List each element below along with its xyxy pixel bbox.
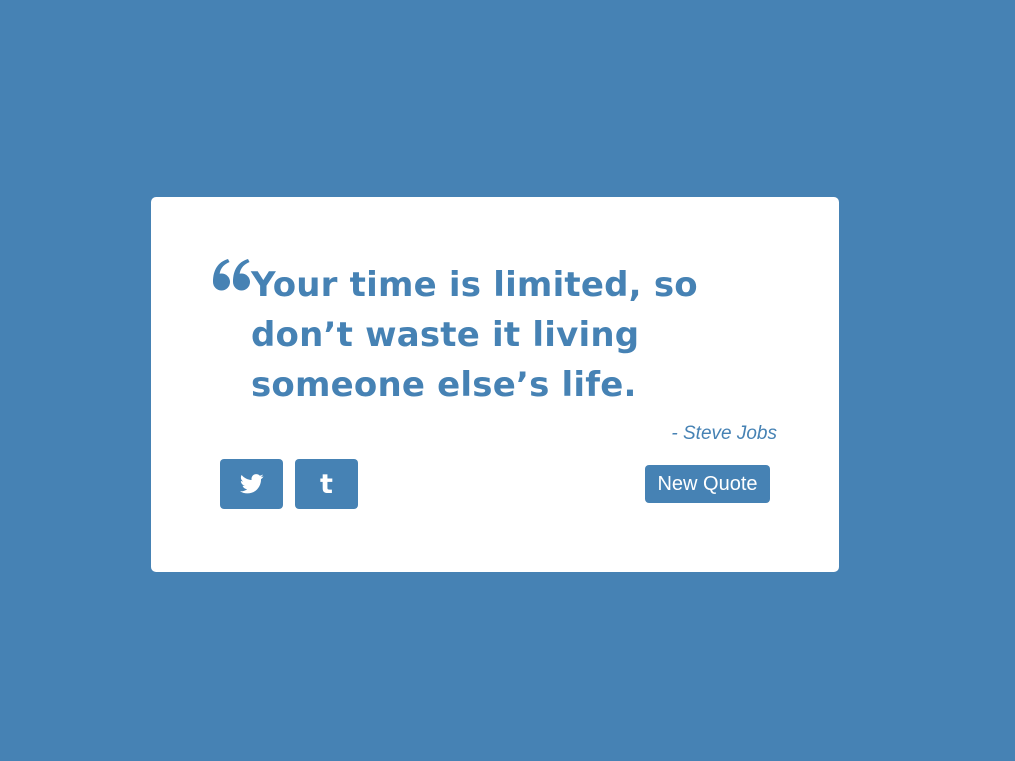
quote-box: Your time is limited, so don’t waste it …: [151, 197, 839, 572]
tumblr-icon: t: [320, 468, 333, 500]
quote-text: Your time is limited, so don’t waste it …: [251, 265, 698, 405]
new-quote-button[interactable]: New Quote: [645, 465, 770, 503]
quote-author: - Steve Jobs: [671, 423, 777, 444]
tweet-quote-button[interactable]: [220, 459, 283, 509]
quote-left-icon: [213, 259, 250, 291]
tumblr-quote-button[interactable]: t: [295, 459, 358, 509]
twitter-icon: [239, 474, 264, 494]
